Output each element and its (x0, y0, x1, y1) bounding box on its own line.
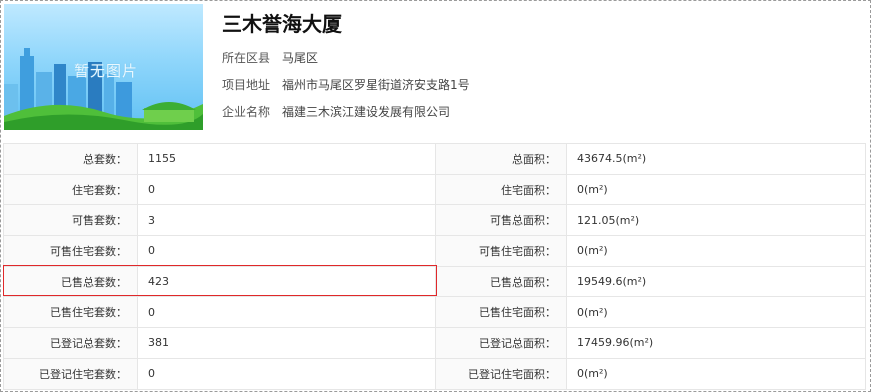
stat-value: 1155 (137, 143, 436, 175)
info-company: 企业名称 福建三木滨江建设发展有限公司 (222, 103, 450, 120)
stat-value: 0(m²) (566, 235, 866, 267)
table-row: 可售套数： 3 可售总面积： 121.05(m²) (3, 204, 866, 237)
company-label: 企业名称 (222, 105, 271, 119)
table-row: 总套数： 1155 总面积： 43674.5(m²) (3, 143, 866, 175)
stat-label: 已售住宅面积： (435, 296, 567, 329)
stat-value: 121.05(m²) (566, 204, 866, 237)
table-row: 已登记住宅套数： 0 已登记住宅面积： 0(m²) (3, 357, 866, 390)
building-title: 三木誉海大厦 (222, 12, 342, 36)
stat-value: 0 (137, 235, 436, 267)
stat-value: 0(m²) (566, 357, 866, 390)
stat-label: 可售总面积： (435, 204, 567, 237)
address-value: 福州市马尾区罗星街道济安支路1号 (282, 78, 470, 92)
stat-label: 已登记总套数： (3, 327, 138, 359)
stat-value: 43674.5(m²) (566, 143, 866, 175)
stat-value: 0 (137, 173, 436, 206)
table-row: 已登记总套数： 381 已登记总面积： 17459.96(m²) (3, 327, 866, 359)
stat-label: 总面积： (435, 143, 567, 175)
stat-label: 可售套数： (3, 204, 138, 237)
company-value: 福建三木滨江建设发展有限公司 (282, 105, 451, 119)
stat-label: 已登记住宅套数： (3, 357, 138, 390)
sold-units-highlight-box (3, 265, 437, 296)
info-district: 所在区县 马尾区 (222, 49, 318, 66)
stat-value: 0 (137, 296, 436, 329)
stat-label: 可售住宅面积： (435, 235, 567, 267)
table-row: 住宅套数： 0 住宅面积： 0(m²) (3, 173, 866, 206)
stat-label: 可售住宅套数： (3, 235, 138, 267)
stat-label: 住宅面积： (435, 173, 567, 206)
stat-value: 19549.6(m²) (566, 265, 866, 298)
table-row: 可售住宅套数： 0 可售住宅面积： 0(m²) (3, 235, 866, 267)
stat-value: 17459.96(m²) (566, 327, 866, 359)
stat-label: 已登记住宅面积： (435, 357, 567, 390)
stat-value: 0(m²) (566, 296, 866, 329)
stat-label: 住宅套数： (3, 173, 138, 206)
stat-value: 381 (137, 327, 436, 359)
building-image-placeholder: 暂无图片 (4, 4, 203, 130)
stat-value: 0 (137, 357, 436, 390)
stat-label: 总套数： (3, 143, 138, 175)
info-address: 项目地址 福州市马尾区罗星街道济安支路1号 (222, 76, 470, 93)
table-row: 已售住宅套数： 0 已售住宅面积： 0(m²) (3, 296, 866, 329)
stat-value: 0(m²) (566, 173, 866, 206)
stat-label: 已登记总面积： (435, 327, 567, 359)
district-value: 马尾区 (282, 51, 319, 65)
address-label: 项目地址 (222, 78, 271, 92)
no-image-label: 暂无图片 (74, 62, 139, 80)
stat-label: 已售住宅套数： (3, 296, 138, 329)
stat-label: 已售总面积： (435, 265, 567, 298)
stat-value: 3 (137, 204, 436, 237)
district-label: 所在区县 (222, 51, 271, 65)
